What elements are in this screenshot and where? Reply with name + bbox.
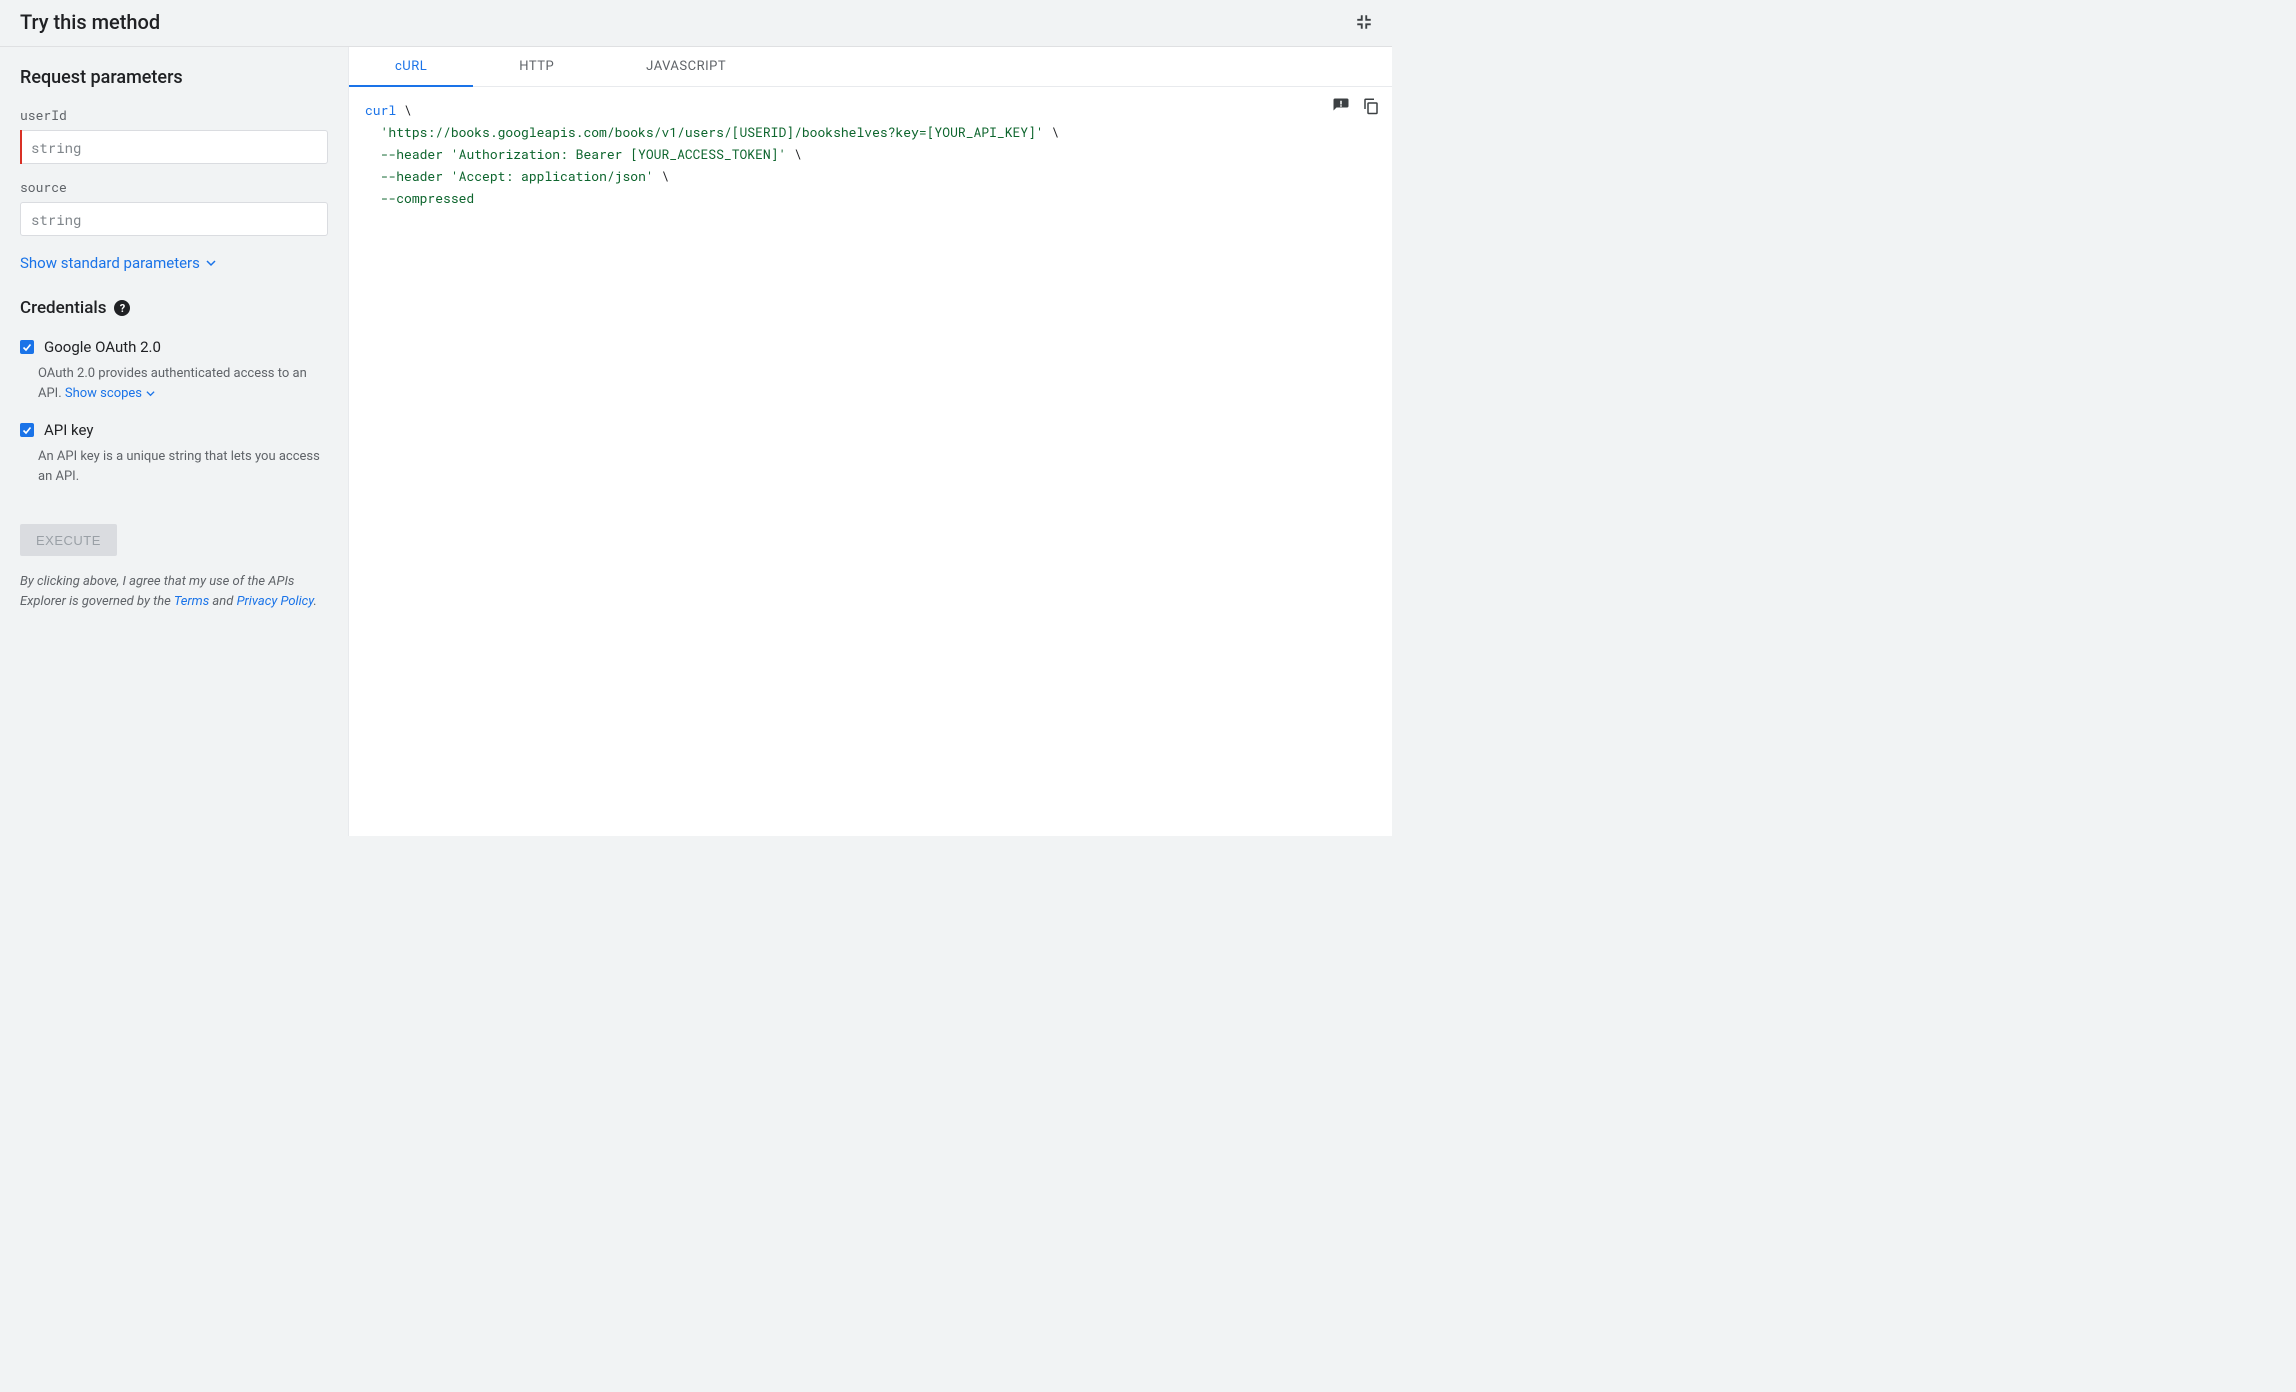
tab-http[interactable]: HTTP [473,47,600,86]
show-scopes[interactable]: Show scopes [65,384,155,404]
checkbox-oauth[interactable] [20,340,34,354]
param-input-source[interactable] [20,202,328,236]
disclaimer-suffix: . [314,594,317,609]
code-indent [365,145,381,163]
code-cmd: curl [365,101,396,119]
fullscreen-exit-icon [1355,13,1373,31]
code-header-auth: 'Authorization: Bearer [YOUR_ACCESS_TOKE… [451,145,786,163]
code-space [443,145,451,163]
code-tabs: cURL HTTP JAVASCRIPT [349,47,1392,87]
report-issue-button[interactable] [1330,95,1352,117]
chevron-down-icon [146,389,155,398]
param-label-userid: userId [20,106,328,124]
tab-javascript[interactable]: JAVASCRIPT [600,47,772,86]
left-panel: Request parameters userId source Show st… [0,47,348,836]
copy-icon [1362,97,1380,115]
request-parameters-heading: Request parameters [20,67,328,88]
oauth-label: Google OAuth 2.0 [44,338,161,356]
code-indent [365,189,381,207]
code-url: 'https://books.googleapis.com/books/v1/u… [381,123,1044,141]
code-backslash: \ [786,145,802,163]
code-space [443,167,451,185]
code-backslash: \ [654,167,670,185]
disclaimer: By clicking above, I agree that my use o… [20,572,328,611]
tab-curl[interactable]: cURL [349,47,473,86]
terms-link[interactable]: Terms [174,594,209,609]
check-icon [22,425,32,435]
code-indent [365,167,381,185]
code-backslash: \ [1044,123,1060,141]
show-scopes-label: Show scopes [65,384,142,404]
help-icon[interactable]: ? [114,300,130,316]
code-body: curl \ 'https://books.googleapis.com/boo… [349,87,1392,836]
execute-button[interactable]: EXECUTE [20,524,117,556]
disclaimer-and: and [209,594,236,609]
privacy-link[interactable]: Privacy Policy [237,594,314,609]
right-panel: cURL HTTP JAVASCRIPT curl \ 'https://boo… [348,47,1392,836]
param-input-userid[interactable] [20,130,328,164]
checkbox-apikey[interactable] [20,423,34,437]
param-label-source: source [20,178,328,196]
code-flag-compressed: --compressed [381,189,475,207]
chevron-down-icon [206,258,216,268]
code-flag-header: --header [381,145,443,163]
collapse-button[interactable] [1352,10,1376,34]
page-title: Try this method [20,10,160,34]
code-backslash: \ [396,101,412,119]
show-standard-parameters[interactable]: Show standard parameters [20,254,216,272]
check-icon [22,342,32,352]
copy-button[interactable] [1360,95,1382,117]
code-indent [365,123,381,141]
apikey-label: API key [44,421,93,439]
feedback-icon [1332,97,1350,115]
show-standard-parameters-label: Show standard parameters [20,254,200,272]
code-flag-header: --header [381,167,443,185]
apikey-desc: An API key is a unique string that lets … [20,447,328,486]
code-header-accept: 'Accept: application/json' [451,167,654,185]
credentials-heading: Credentials [20,298,106,318]
